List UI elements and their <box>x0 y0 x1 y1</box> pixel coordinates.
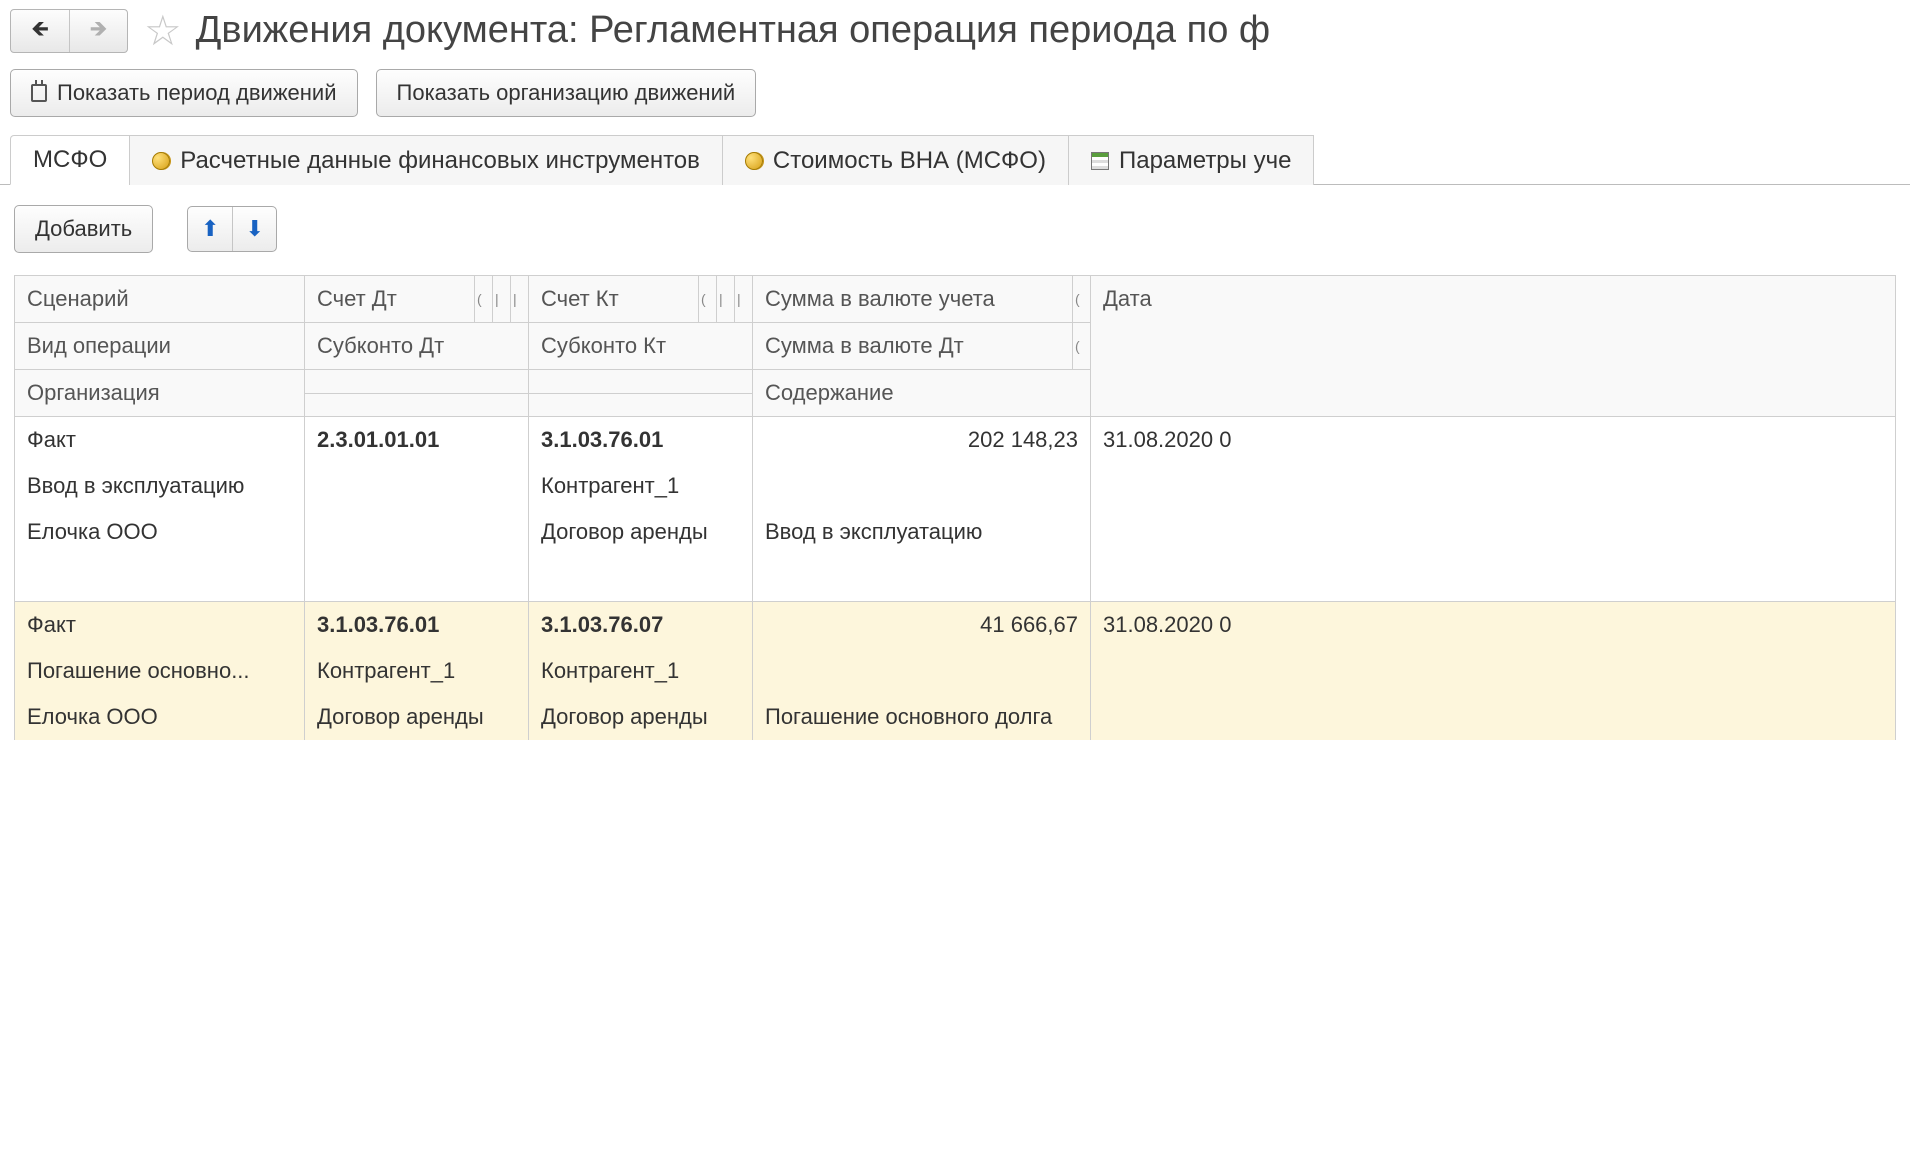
arrow-down-icon: ⬇ <box>246 216 264 242</box>
coin-icon <box>152 152 170 170</box>
cell-sum-dt <box>753 463 1091 509</box>
col-sum-dt[interactable]: Сумма в валюте Дт <box>753 323 1073 370</box>
tab-label: МСФО <box>33 146 107 174</box>
col-empty <box>529 393 753 417</box>
button-label: Показать период движений <box>57 80 337 106</box>
arrow-left-icon: 🡸 <box>31 12 49 50</box>
tab-vna-cost[interactable]: Стоимость ВНА (МСФО) <box>722 135 1069 185</box>
table-icon <box>1091 152 1109 170</box>
col-flag[interactable]: ( <box>699 276 717 323</box>
cell-op-type: Погашение основно... <box>15 648 305 694</box>
add-button[interactable]: Добавить <box>14 205 153 253</box>
cell-sub-kt: Контрагент_1 <box>529 463 753 509</box>
col-flag[interactable]: | <box>735 276 753 323</box>
tab-label: Параметры уче <box>1119 147 1291 175</box>
cell-sub-kt: Контрагент_1 <box>529 648 753 694</box>
cell-date: 31.08.2020 0 <box>1091 602 1896 741</box>
col-flag[interactable]: | <box>511 276 529 323</box>
cell-sum: 41 666,67 <box>753 602 1091 649</box>
col-sub-dt[interactable]: Субконто Дт <box>305 323 529 370</box>
cell-acc-dt: 2.3.01.01.01 <box>305 417 529 464</box>
col-flag[interactable]: ( <box>1073 276 1091 323</box>
cell-content: Погашение основного долга <box>753 694 1091 740</box>
cell-empty <box>529 555 753 602</box>
table-row[interactable]: Факт 2.3.01.01.01 3.1.03.76.01 202 148,2… <box>15 417 1896 464</box>
col-flag[interactable]: ( <box>1073 323 1091 370</box>
cell-scenario: Факт <box>15 602 305 649</box>
calendar-icon <box>31 84 47 102</box>
col-flag[interactable]: | <box>717 276 735 323</box>
col-date[interactable]: Дата <box>1091 276 1896 417</box>
col-acc-kt[interactable]: Счет Кт <box>529 276 699 323</box>
arrow-up-icon: ⬆ <box>201 216 219 242</box>
cell-content: Ввод в эксплуатацию <box>753 509 1091 602</box>
col-org[interactable]: Организация <box>15 370 305 417</box>
tab-msfo[interactable]: МСФО <box>10 135 130 185</box>
cell-sub-dt2: Договор аренды <box>305 694 529 740</box>
col-flag[interactable]: | <box>493 276 511 323</box>
show-org-button[interactable]: Показать организацию движений <box>376 69 757 117</box>
table-row[interactable]: Факт 3.1.03.76.01 3.1.03.76.07 41 666,67… <box>15 602 1896 649</box>
cell-org: Елочка ООО <box>15 509 305 602</box>
col-content[interactable]: Содержание <box>753 370 1091 417</box>
move-up-button[interactable]: ⬆ <box>188 207 232 251</box>
col-sub-kt[interactable]: Субконто Кт <box>529 323 753 370</box>
button-label: Показать организацию движений <box>397 80 736 106</box>
col-sum[interactable]: Сумма в валюте учета <box>753 276 1073 323</box>
forward-button[interactable]: 🡺 <box>69 10 127 52</box>
page-title: Движения документа: Регламентная операци… <box>196 9 1271 52</box>
coin-icon <box>745 152 763 170</box>
move-down-button[interactable]: ⬇ <box>232 207 276 251</box>
col-empty <box>305 393 529 417</box>
cell-sum-dt <box>753 648 1091 694</box>
cell-sub-dt2 <box>305 509 529 555</box>
favorite-star-icon[interactable]: ☆ <box>144 6 182 55</box>
tab-label: Расчетные данные финансовых инструментов <box>180 147 700 175</box>
col-acc-dt[interactable]: Счет Дт <box>305 276 475 323</box>
cell-sum: 202 148,23 <box>753 417 1091 464</box>
cell-date: 31.08.2020 0 <box>1091 417 1896 602</box>
show-period-button[interactable]: Показать период движений <box>10 69 358 117</box>
col-flag[interactable]: ( <box>475 276 493 323</box>
cell-scenario: Факт <box>15 417 305 464</box>
cell-sub-dt <box>305 463 529 509</box>
cell-sub-dt: Контрагент_1 <box>305 648 529 694</box>
col-empty <box>529 370 753 394</box>
tab-fin-instruments[interactable]: Расчетные данные финансовых инструментов <box>129 135 723 185</box>
cell-org: Елочка ООО <box>15 694 305 740</box>
cell-op-type: Ввод в эксплуатацию <box>15 463 305 509</box>
back-button[interactable]: 🡸 <box>11 10 69 52</box>
cell-empty <box>305 555 529 602</box>
button-label: Добавить <box>35 216 132 242</box>
cell-acc-kt: 3.1.03.76.01 <box>529 417 753 464</box>
movements-table[interactable]: Сценарий Счет Дт ( | | Счет Кт ( | | Сум… <box>14 275 1896 740</box>
cell-sub-kt2: Договор аренды <box>529 694 753 740</box>
cell-sub-kt2: Договор аренды <box>529 509 753 555</box>
col-scenario[interactable]: Сценарий <box>15 276 305 323</box>
cell-acc-kt: 3.1.03.76.07 <box>529 602 753 649</box>
cell-acc-dt: 3.1.03.76.01 <box>305 602 529 649</box>
tab-label: Стоимость ВНА (МСФО) <box>773 147 1046 175</box>
tab-params[interactable]: Параметры уче <box>1068 135 1314 185</box>
col-op-type[interactable]: Вид операции <box>15 323 305 370</box>
arrow-right-icon: 🡺 <box>90 12 108 50</box>
col-empty <box>305 370 529 394</box>
